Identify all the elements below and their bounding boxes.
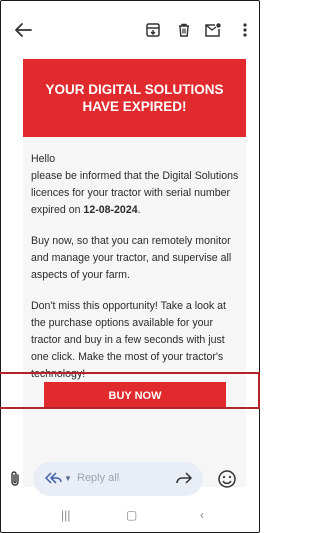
archive-icon[interactable]	[142, 19, 164, 41]
system-nav-bar: ||| ▢ ‹	[1, 506, 259, 532]
buy-now-paragraph: Buy now, so that you can remotely monito…	[31, 235, 232, 281]
mark-unread-icon[interactable]	[202, 19, 224, 41]
top-app-bar	[1, 1, 259, 59]
opportunity-paragraph: Don't miss this opportunity! Take a look…	[31, 300, 226, 380]
buy-now-button[interactable]: BUY NOW	[44, 382, 226, 409]
reply-all-field[interactable]: ▼ Reply all	[33, 462, 203, 496]
licence-notice-end: .	[137, 204, 141, 216]
email-message: Hello please be informed that the Digita…	[31, 151, 241, 383]
emoji-icon[interactable]	[217, 469, 237, 489]
more-vert-icon[interactable]	[234, 19, 256, 41]
chevron-down-icon[interactable]: ▼	[64, 474, 72, 483]
forward-icon[interactable]	[175, 470, 193, 486]
reply-bar: ▼ Reply all	[1, 460, 259, 500]
reply-all-icon[interactable]	[45, 471, 63, 485]
home-icon[interactable]: ▢	[126, 508, 137, 522]
email-body: Hello please be informed that the Digita…	[23, 137, 246, 487]
licence-notice: please be informed that the Digital Solu…	[31, 168, 241, 219]
paperclip-icon[interactable]	[8, 470, 22, 488]
greeting-text: Hello	[31, 153, 56, 165]
back-arrow-icon[interactable]	[11, 18, 35, 42]
reply-placeholder: Reply all	[77, 472, 120, 484]
email-screen: YOUR DIGITAL SOLUTIONS HAVE EXPIRED! Hel…	[0, 0, 260, 533]
recent-apps-icon[interactable]: |||	[61, 508, 70, 522]
expiry-date: 12-08-2024	[83, 204, 138, 216]
trash-icon[interactable]	[173, 19, 195, 41]
back-nav-icon[interactable]: ‹	[200, 508, 204, 522]
expired-banner: YOUR DIGITAL SOLUTIONS HAVE EXPIRED!	[23, 59, 246, 137]
